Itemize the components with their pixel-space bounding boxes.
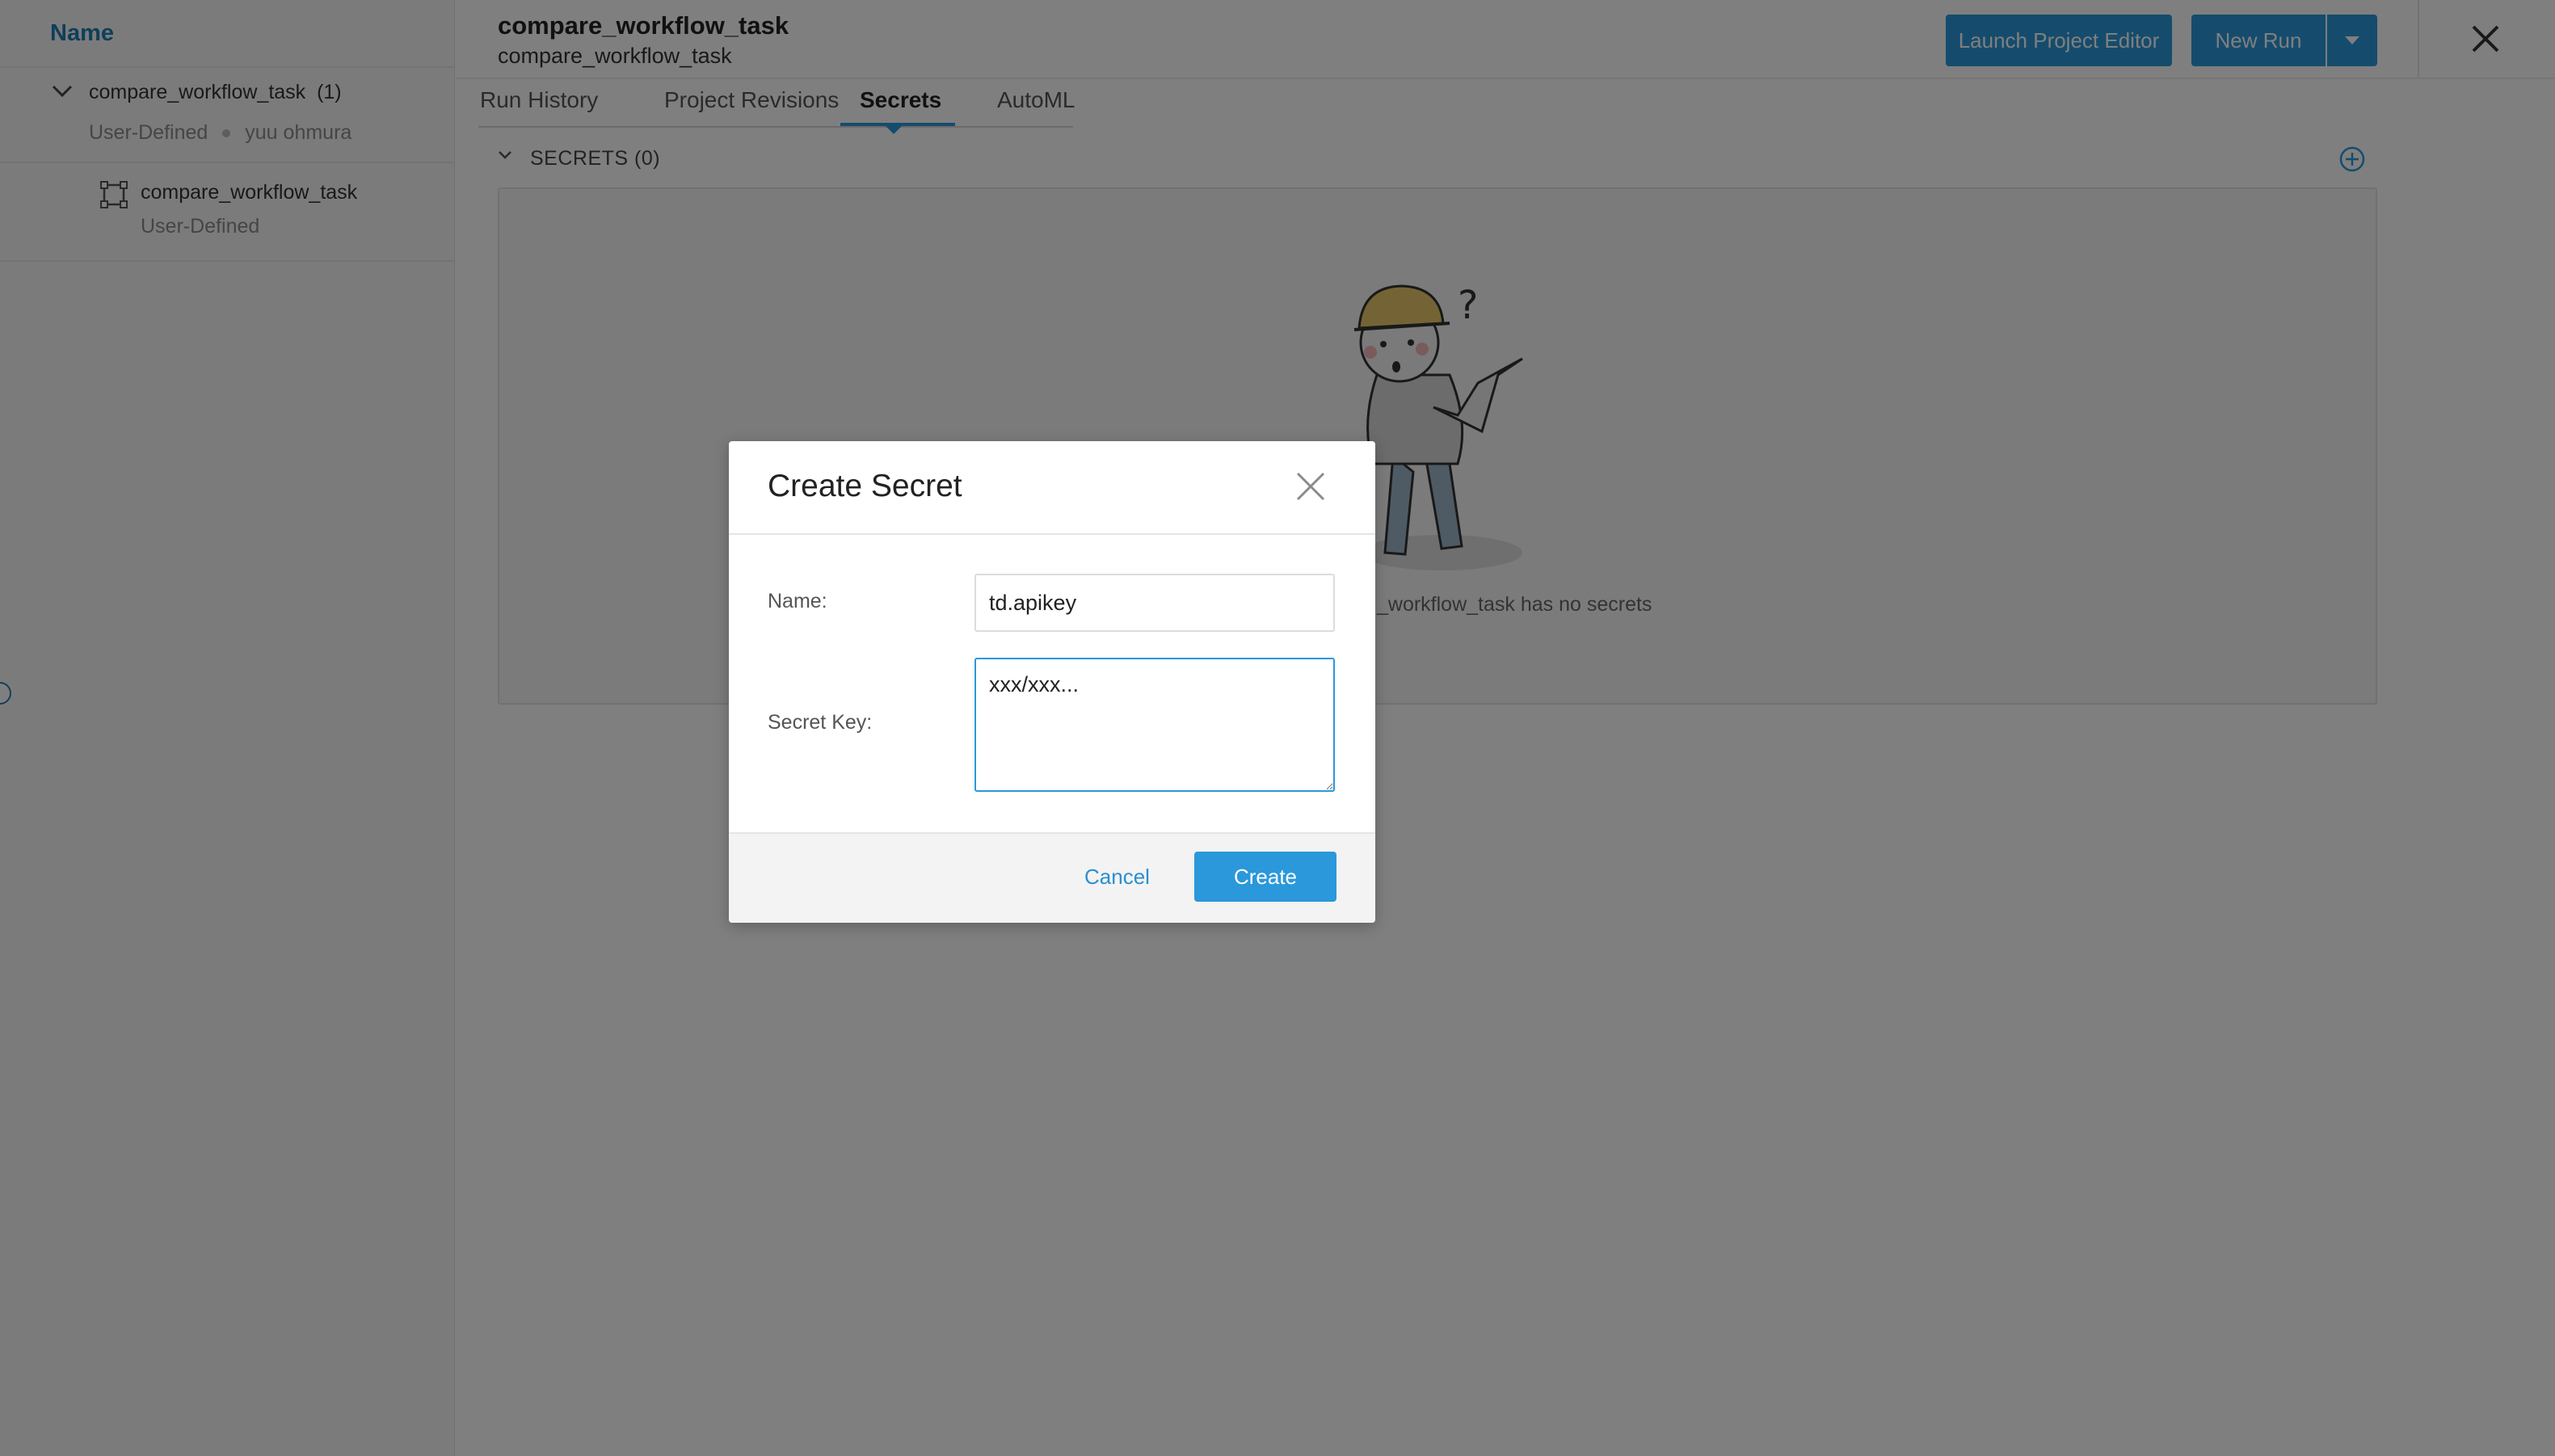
- create-secret-dialog: Create Secret Name: Secret Key: xxx/xxx.…: [729, 441, 1375, 923]
- name-label: Name:: [768, 590, 827, 612]
- dialog-title: Create Secret: [768, 469, 962, 503]
- name-field[interactable]: [974, 574, 1335, 632]
- dialog-header: Create Secret: [729, 441, 1375, 535]
- secret-key-field[interactable]: xxx/xxx...: [974, 658, 1335, 792]
- create-button[interactable]: Create: [1194, 852, 1336, 902]
- close-icon[interactable]: [1294, 470, 1327, 503]
- app-window: Name compare_workflow_task (1) User-Defi…: [0, 0, 2555, 1456]
- cancel-button[interactable]: Cancel: [1084, 865, 1150, 890]
- secret-key-label: Secret Key:: [768, 711, 873, 734]
- dialog-footer: Cancel Create: [729, 832, 1375, 923]
